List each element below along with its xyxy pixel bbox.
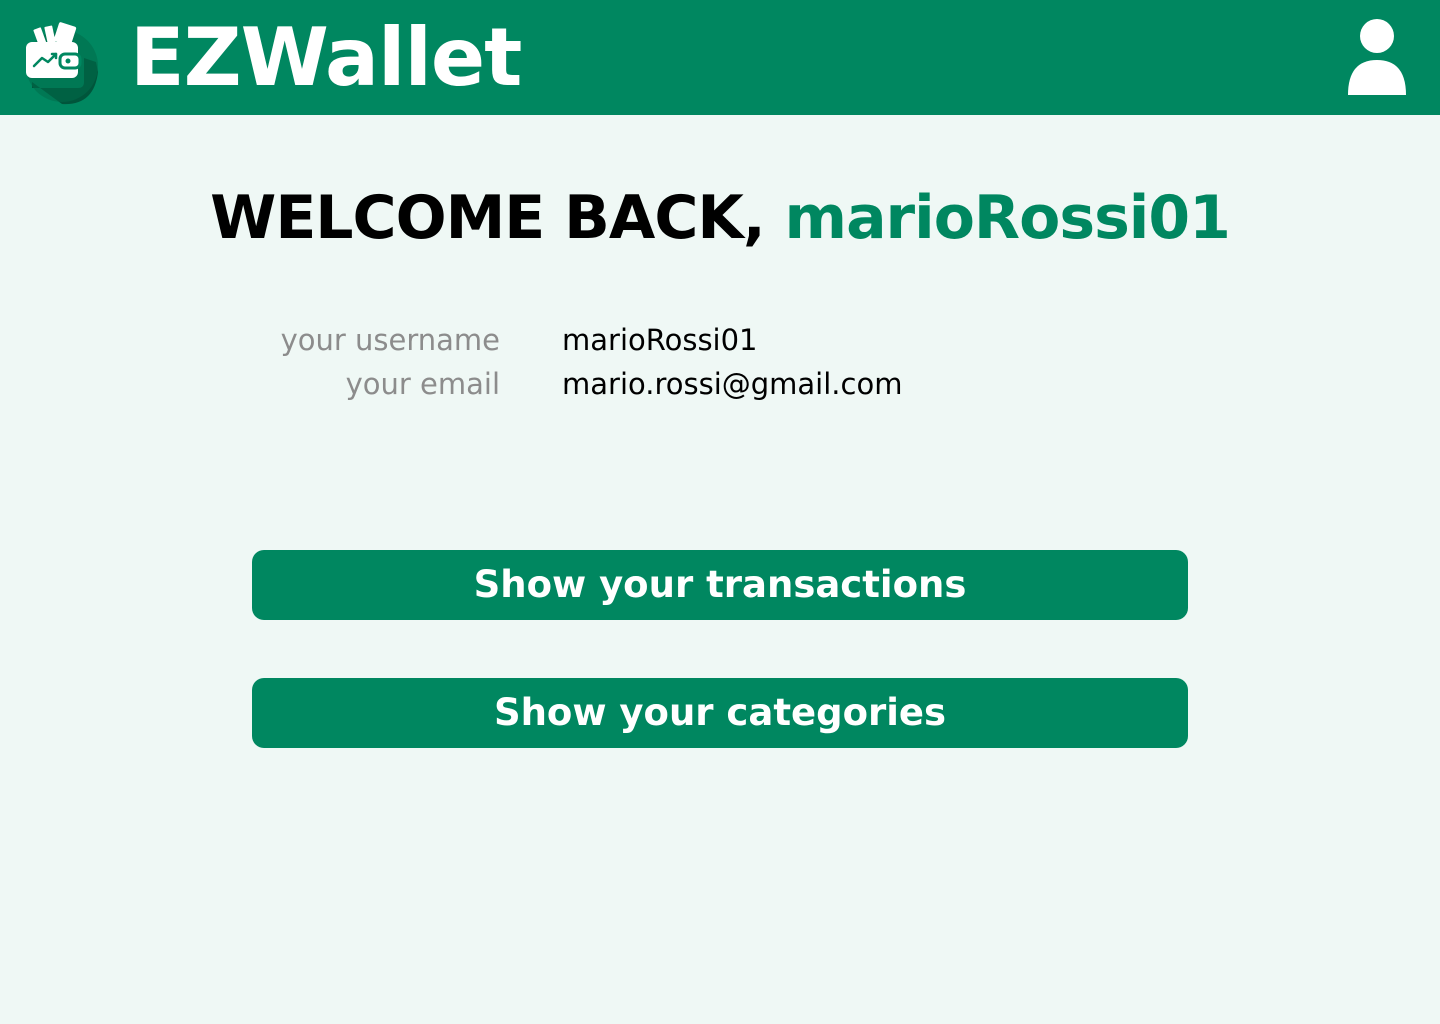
app-title: EZWallet: [130, 11, 522, 104]
user-icon[interactable]: [1340, 16, 1414, 100]
top-bar: EZWallet: [0, 0, 1440, 115]
show-transactions-button[interactable]: Show your transactions: [252, 550, 1188, 620]
show-categories-button[interactable]: Show your categories: [252, 678, 1188, 748]
email-value: mario.rossi@gmail.com: [562, 367, 903, 401]
welcome-heading: WELCOME BACK, marioRossi01: [0, 178, 1440, 258]
username-label: your username: [280, 323, 500, 357]
welcome-username: marioRossi01: [784, 183, 1231, 253]
wallet-icon[interactable]: [22, 20, 102, 108]
username-value: marioRossi01: [562, 323, 758, 357]
welcome-prefix: WELCOME BACK,: [210, 183, 785, 253]
email-label: your email: [345, 367, 500, 401]
